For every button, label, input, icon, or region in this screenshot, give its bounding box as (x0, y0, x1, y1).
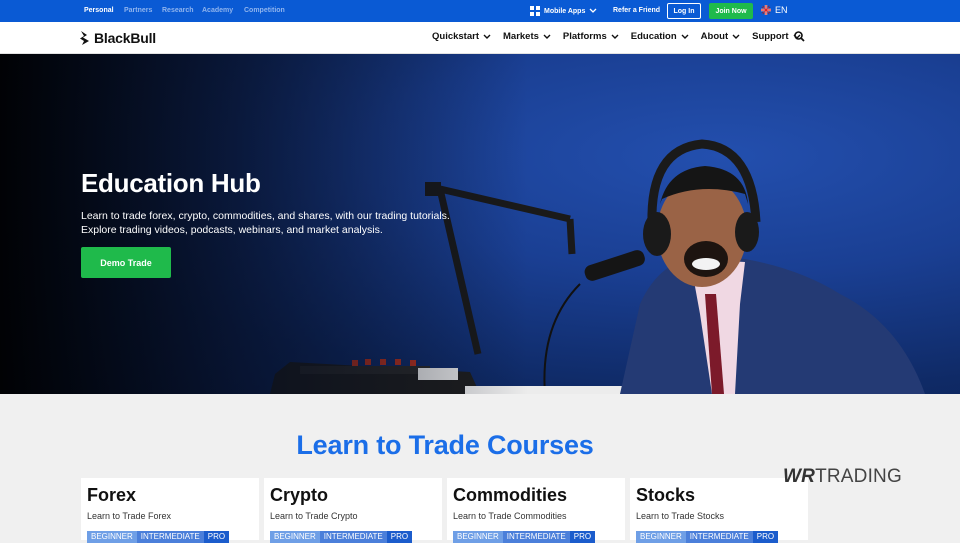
course-levels: BEGINNER INTERMEDIATE PRO (453, 531, 596, 543)
segment-research[interactable]: Research (162, 7, 194, 14)
uk-flag-icon (761, 5, 771, 15)
course-card-subtitle: Learn to Trade Forex (87, 511, 172, 521)
chevron-down-icon (589, 8, 597, 13)
nav-item-education[interactable]: Education (631, 31, 689, 42)
nav-item-label: About (700, 31, 729, 42)
level-pro-tag[interactable]: PRO (386, 531, 413, 543)
segment-academy[interactable]: Academy (202, 7, 233, 14)
hero-subtitle-line: Explore trading videos, podcasts, webina… (81, 224, 383, 236)
grid-icon (530, 6, 540, 16)
level-beginner-tag[interactable]: BEGINNER (87, 531, 137, 543)
nav-item-label: Platforms (562, 31, 607, 42)
course-card-subtitle: Learn to Trade Stocks (636, 511, 725, 521)
wrtrading-watermark: WRTRADING (783, 466, 902, 488)
mobile-apps-label: Mobile Apps (544, 7, 586, 15)
nav-item-quickstart[interactable]: Quickstart (432, 31, 491, 42)
watermark-rest: TRADING (815, 466, 902, 487)
nav-menu: Quickstart Markets Platforms Education A… (432, 31, 813, 42)
language-label: EN (775, 5, 788, 15)
course-card-commodities[interactable]: Commodities Learn to Trade Commodities B… (447, 478, 625, 543)
mobile-apps-dropdown[interactable]: Mobile Apps (530, 5, 597, 17)
course-card-crypto[interactable]: Crypto Learn to Trade Crypto BEGINNER IN… (264, 478, 442, 543)
course-levels: BEGINNER INTERMEDIATE PRO (636, 531, 779, 543)
brand-name: BlackBull (94, 30, 156, 46)
course-card-stocks[interactable]: Stocks Learn to Trade Stocks BEGINNER IN… (630, 478, 808, 543)
segment-competition[interactable]: Competition (244, 7, 285, 14)
login-button[interactable]: Log In (667, 3, 701, 19)
level-pro-tag[interactable]: PRO (203, 531, 230, 543)
course-card-title: Commodities (453, 485, 568, 505)
level-intermediate-tag[interactable]: INTERMEDIATE (502, 531, 570, 543)
blackbull-logo[interactable]: BlackBull (80, 30, 156, 46)
course-card-subtitle: Learn to Trade Crypto (270, 511, 358, 521)
course-card-forex[interactable]: Forex Learn to Trade Forex BEGINNER INTE… (81, 478, 259, 543)
hero-title: Education Hub (81, 168, 261, 198)
refer-a-friend-link[interactable]: Refer a Friend (613, 7, 660, 14)
hero-subtitle-line: Learn to trade forex, crypto, commoditie… (81, 210, 450, 222)
nav-item-label: Education (630, 31, 677, 42)
chevron-down-icon (483, 34, 491, 39)
level-intermediate-tag[interactable]: INTERMEDIATE (136, 531, 204, 543)
course-card-title: Crypto (270, 485, 328, 505)
join-now-button[interactable]: Join Now (709, 3, 753, 19)
nav-item-markets[interactable]: Markets (503, 31, 551, 42)
chevron-down-icon (732, 34, 740, 39)
hero-banner: Education Hub Learn to trade forex, cryp… (0, 54, 960, 394)
hero-subtitle: Learn to trade forex, crypto, commoditie… (81, 209, 450, 237)
course-card-subtitle: Learn to Trade Commodities (453, 511, 567, 521)
segment-partners[interactable]: Partners (124, 7, 152, 14)
level-pro-tag[interactable]: PRO (752, 531, 779, 543)
language-selector[interactable]: EN (761, 5, 788, 15)
courses-section-title: Learn to Trade Courses (296, 430, 594, 460)
demo-trade-button[interactable]: Demo Trade (81, 247, 171, 278)
segment-personal[interactable]: Personal (84, 7, 114, 14)
nav-item-platforms[interactable]: Platforms (563, 31, 619, 42)
course-levels: BEGINNER INTERMEDIATE PRO (270, 531, 413, 543)
level-beginner-tag[interactable]: BEGINNER (636, 531, 686, 543)
search-icon[interactable] (794, 31, 805, 42)
level-intermediate-tag[interactable]: INTERMEDIATE (685, 531, 753, 543)
nav-item-label: Quickstart (432, 31, 479, 42)
course-levels: BEGINNER INTERMEDIATE PRO (87, 531, 230, 543)
watermark-bold: WR (783, 466, 816, 487)
level-intermediate-tag[interactable]: INTERMEDIATE (319, 531, 387, 543)
level-beginner-tag[interactable]: BEGINNER (453, 531, 503, 543)
level-beginner-tag[interactable]: BEGINNER (270, 531, 320, 543)
nav-item-label: Support (752, 31, 789, 42)
level-pro-tag[interactable]: PRO (569, 531, 596, 543)
nav-item-about[interactable]: About (701, 31, 740, 42)
nav-item-label: Markets (503, 31, 539, 42)
main-navigation: BlackBull Quickstart Markets Platforms E… (0, 22, 960, 54)
blackbull-logo-icon (80, 31, 89, 45)
top-utility-bar: Personal Partners Research Academy Compe… (0, 0, 960, 22)
chevron-down-icon (543, 34, 551, 39)
chevron-down-icon (611, 34, 619, 39)
course-card-title: Forex (87, 485, 137, 505)
course-card-title: Stocks (636, 485, 696, 505)
chevron-down-icon (681, 34, 689, 39)
